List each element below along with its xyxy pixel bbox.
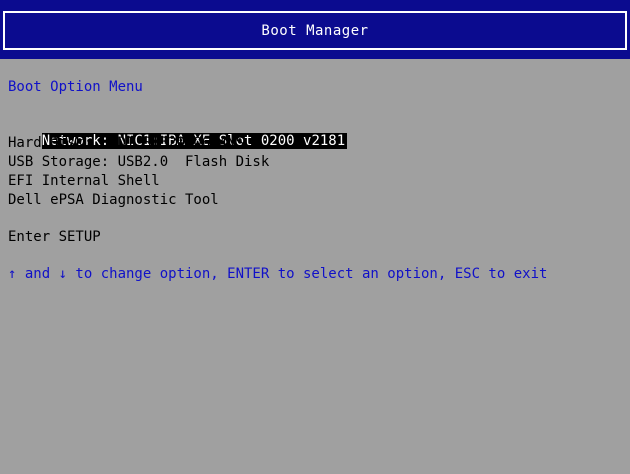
enter-setup-option[interactable]: Enter SETUP — [8, 229, 101, 246]
boot-option-hard-disk[interactable]: Hard Disk: HDD1:ST32000644NS — [8, 135, 244, 152]
boot-option-efi-shell[interactable]: EFI Internal Shell — [8, 173, 160, 190]
boot-option-diagnostics[interactable]: Dell ePSA Diagnostic Tool — [8, 192, 219, 209]
header-bar: Boot Manager — [0, 0, 630, 59]
boot-option-network[interactable]: Network: NIC1:IBA XE Slot 0200 v2181 — [8, 116, 348, 149]
boot-manager-screen: Boot Manager Boot Option Menu Network: N… — [0, 0, 630, 474]
boot-option-usb-storage[interactable]: USB Storage: USB2.0 Flash Disk — [8, 154, 269, 171]
page-title: Boot Manager — [261, 22, 369, 39]
menu-heading: Boot Option Menu — [8, 79, 143, 95]
title-box: Boot Manager — [3, 11, 627, 50]
help-text: ↑ and ↓ to change option, ENTER to selec… — [8, 266, 548, 282]
